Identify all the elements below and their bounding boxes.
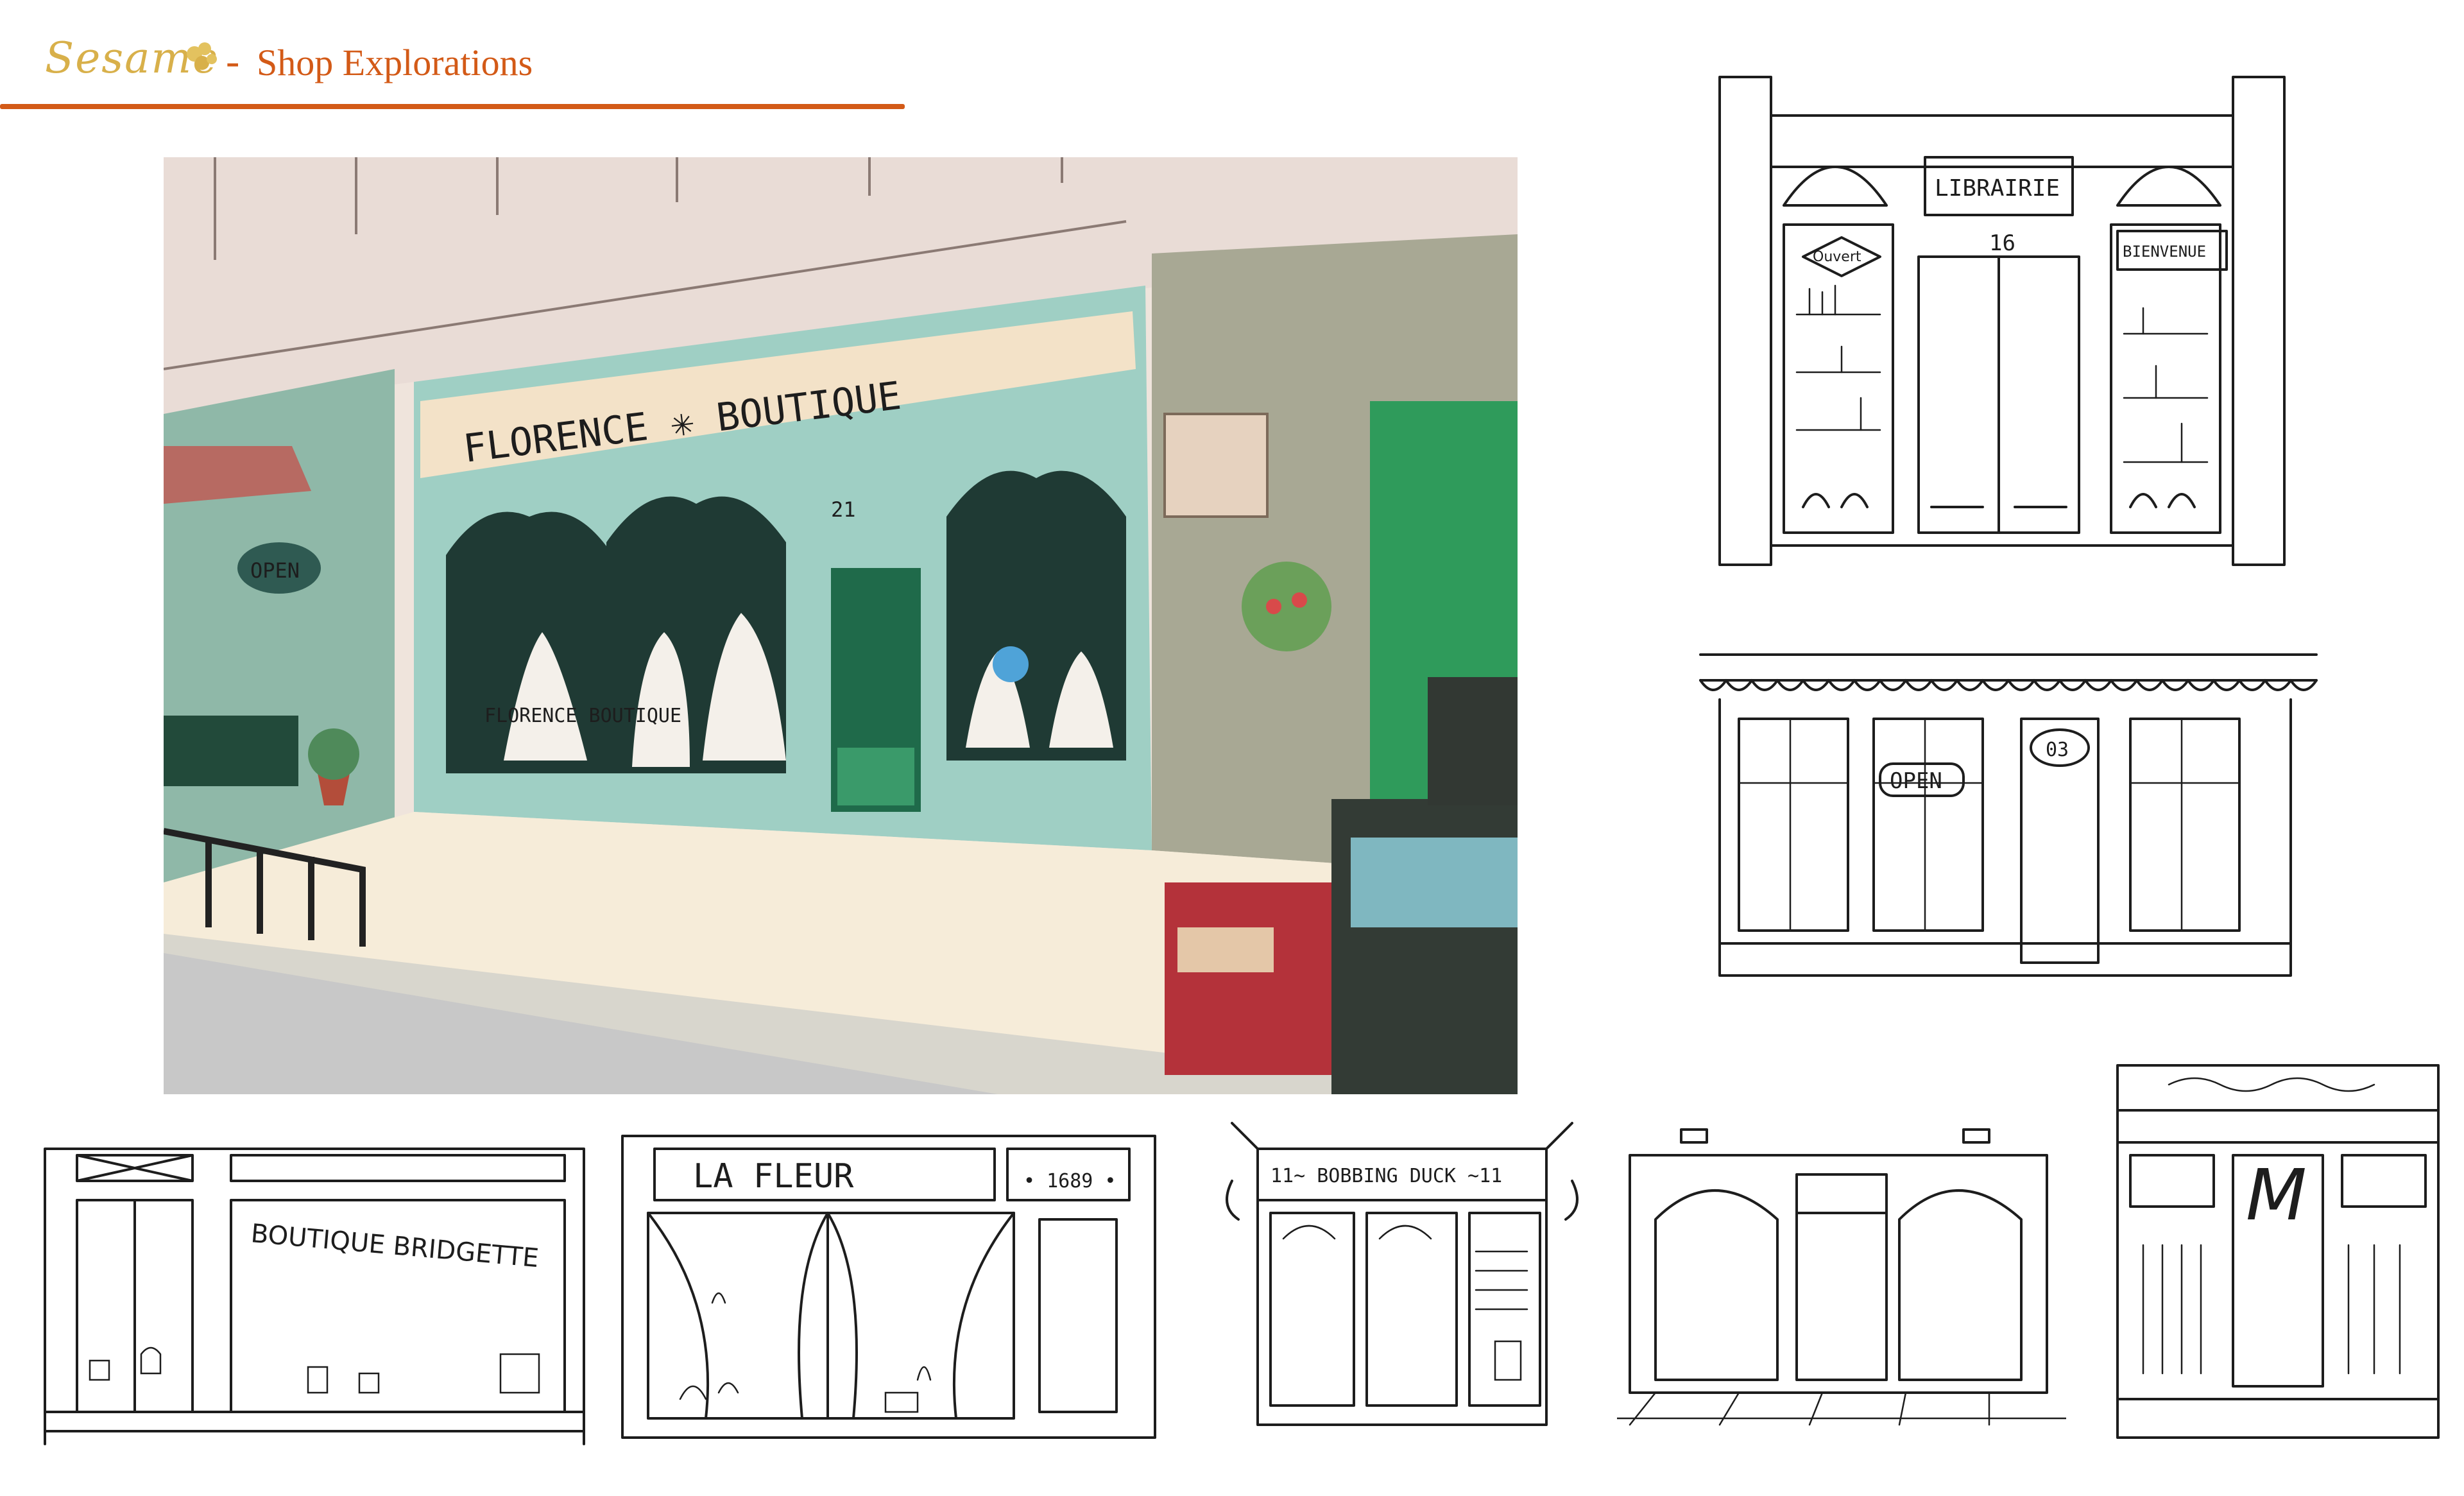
door-number: 21	[831, 497, 856, 522]
bobbing-duck-sign: 11~ BOBBING DUCK ~11	[1270, 1165, 1502, 1187]
florence-boutique-illustration: FLORENCE ✳ BOUTIQUE FLORENCE BOUTIQUE 21…	[164, 157, 1518, 1094]
open-shop-sketch: OPEN 03	[1694, 642, 2323, 988]
librairie-sign: LIBRAIRIE	[1935, 175, 2060, 202]
librairie-sketch: LIBRAIRIE 16 Ouvert BIENVENUE	[1707, 64, 2297, 578]
bridgette-sketch: BOUTIQUE BRIDGETTE	[38, 1136, 590, 1450]
bridgette-sign: BOUTIQUE BRIDGETTE	[250, 1219, 540, 1273]
la-fleur-sketch: LA FLEUR • 1689 •	[616, 1123, 1161, 1450]
header: Sesame - Shop Explorations	[0, 0, 911, 116]
ouvert-sign: Ouvert	[1813, 249, 1861, 265]
hanging-open-sign: OPEN	[250, 558, 300, 583]
title-separator: -	[226, 38, 240, 83]
bobbing-duck-sketch: 11~ BOBBING DUCK ~11	[1219, 1110, 1585, 1438]
shop-number: 03	[2046, 739, 2069, 761]
librairie-number: 16	[1989, 230, 2015, 256]
la-fleur-sign: LA FLEUR	[693, 1157, 854, 1196]
monogram-sign: M	[2246, 1154, 2307, 1236]
page-title: Shop Explorations	[257, 42, 533, 83]
la-fleur-plaque: • 1689 •	[1023, 1170, 1116, 1192]
monogram-shop-sketch: M	[2105, 1053, 2451, 1450]
header-divider	[0, 104, 905, 109]
bienvenue-sign: BIENVENUE	[2123, 243, 2206, 261]
flower-icon	[183, 40, 221, 78]
arched-shop-sketch	[1617, 1117, 2066, 1431]
window-lettering: FLORENCE BOUTIQUE	[484, 705, 681, 727]
open-sign: OPEN	[1890, 768, 1942, 794]
